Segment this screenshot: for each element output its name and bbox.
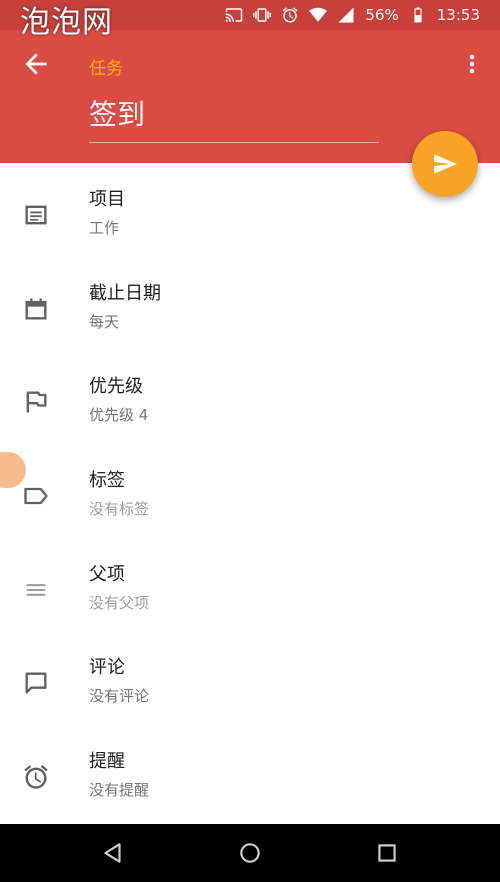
field-title: 父项 xyxy=(89,563,125,585)
screen: 泡泡网 56% 13:53 任务 签到 项目 工作 截止日期 每天 优先级 优先… xyxy=(0,0,500,882)
flag-icon xyxy=(22,388,50,416)
field-title: 提醒 xyxy=(89,751,125,773)
task-title-input[interactable]: 签到 xyxy=(89,96,377,136)
comment-icon xyxy=(22,669,50,697)
watermark: 泡泡网 xyxy=(20,5,113,40)
title-underline xyxy=(89,142,379,143)
battery-percent: 56% xyxy=(365,6,399,24)
field-value: 每天 xyxy=(89,312,120,331)
field-value: 工作 xyxy=(89,219,120,237)
signal-icon xyxy=(337,6,355,24)
send-button[interactable] xyxy=(412,131,478,197)
field-labels[interactable]: 标签 没有标签 xyxy=(0,444,500,538)
back-arrow-icon[interactable] xyxy=(20,48,52,80)
field-value: 没有评论 xyxy=(89,687,150,706)
field-title: 评论 xyxy=(89,657,125,679)
wifi-icon xyxy=(309,6,328,24)
vibrate-icon xyxy=(253,6,272,24)
label-icon xyxy=(22,482,50,510)
battery-icon xyxy=(409,6,427,24)
system-nav-bar xyxy=(0,824,500,882)
menu-lines-icon xyxy=(22,576,50,604)
field-title: 标签 xyxy=(89,470,125,492)
field-title: 截止日期 xyxy=(89,282,161,304)
alarm-status-icon xyxy=(281,6,299,24)
field-value: 没有父项 xyxy=(89,593,150,612)
task-field-list: 项目 工作 截止日期 每天 优先级 优先级 4 标签 没有标签 父项 没有父项 … xyxy=(0,163,500,819)
field-parent[interactable]: 父项 没有父项 xyxy=(0,538,500,632)
status-bar: 泡泡网 56% 13:53 xyxy=(0,0,500,40)
cast-icon xyxy=(225,6,243,24)
section-label: 任务 xyxy=(89,59,123,79)
field-due-date[interactable]: 截止日期 每天 xyxy=(0,257,500,351)
field-value: 没有标签 xyxy=(89,500,150,519)
status-icons: 56% 13:53 xyxy=(225,0,480,30)
field-title: 项目 xyxy=(89,189,125,210)
more-vert-icon[interactable] xyxy=(460,48,484,80)
nav-recents-icon[interactable] xyxy=(374,840,400,866)
field-priority[interactable]: 优先级 优先级 4 xyxy=(0,350,500,444)
nav-back-icon[interactable] xyxy=(100,840,126,866)
nav-home-icon[interactable] xyxy=(237,840,263,866)
field-comments[interactable]: 评论 没有评论 xyxy=(0,631,500,725)
list-icon xyxy=(22,201,50,229)
alarm-icon xyxy=(22,763,50,791)
field-value: 没有提醒 xyxy=(89,781,150,800)
field-reminders[interactable]: 提醒 没有提醒 xyxy=(0,725,500,819)
calendar-icon xyxy=(22,295,50,323)
field-value: 优先级 4 xyxy=(89,406,149,425)
field-title: 优先级 xyxy=(89,376,143,398)
clock: 13:53 xyxy=(436,6,480,24)
send-icon xyxy=(434,154,457,174)
